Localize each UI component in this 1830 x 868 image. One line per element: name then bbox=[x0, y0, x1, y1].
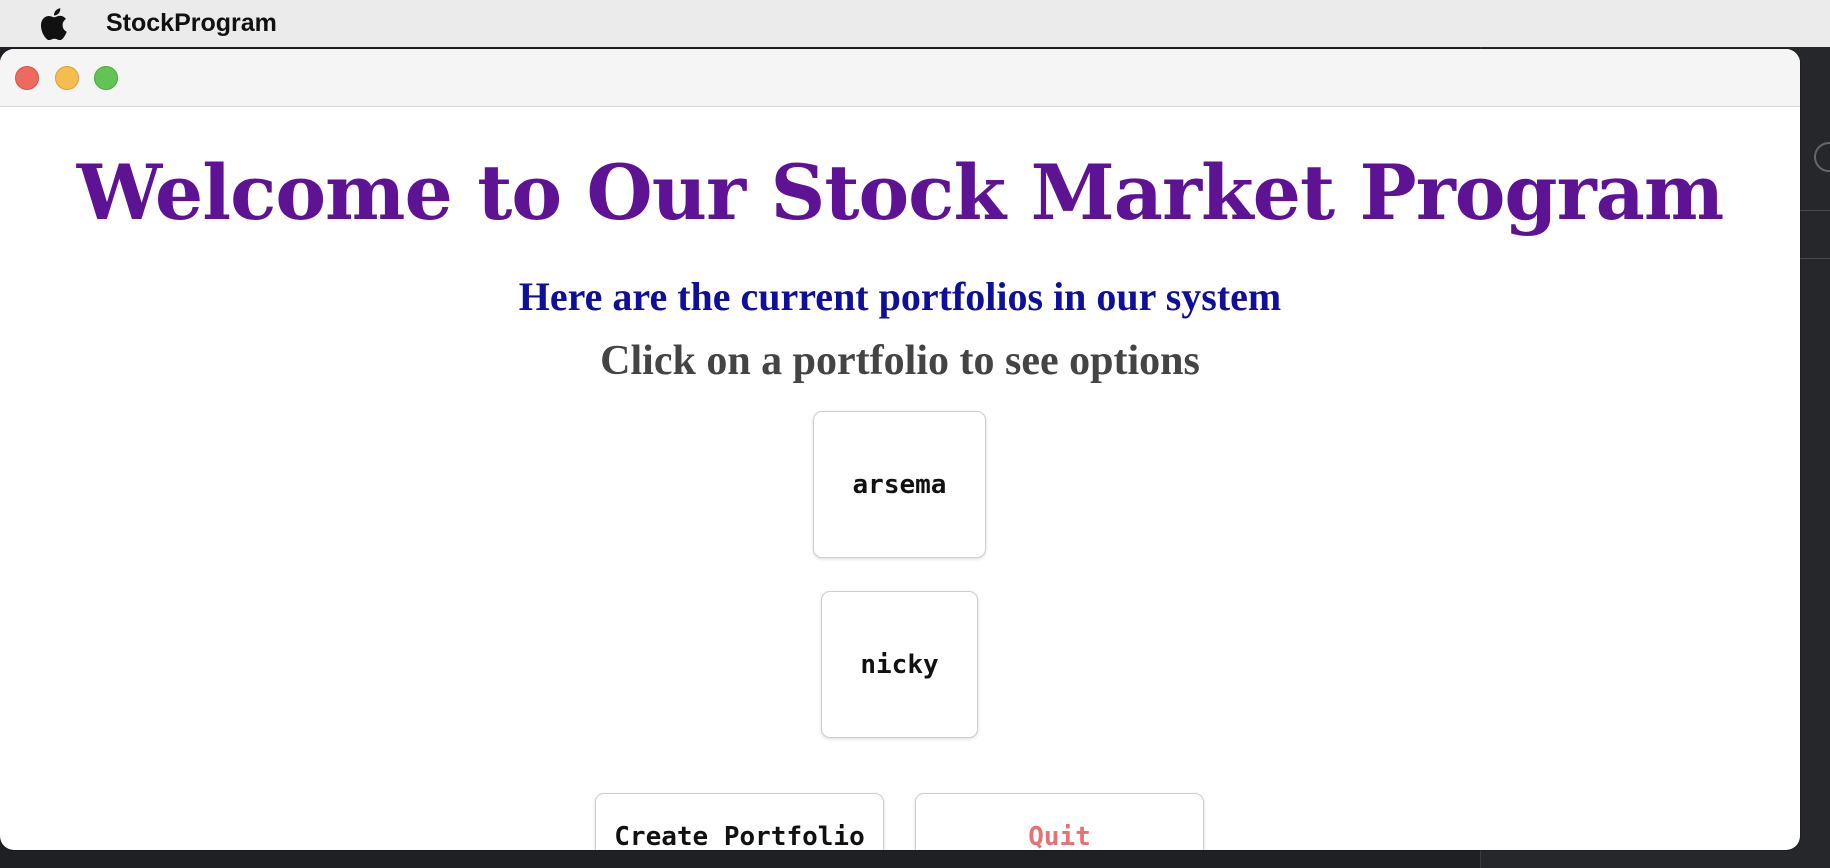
portfolio-button-arsema[interactable]: arsema bbox=[813, 411, 986, 558]
menubar: StockProgram bbox=[0, 0, 1830, 47]
close-button[interactable] bbox=[15, 66, 39, 90]
app-window: Welcome to Our Stock Market Program Here… bbox=[0, 49, 1800, 850]
zoom-button[interactable] bbox=[94, 66, 118, 90]
screen: StockProgram Welcome to Our Stock Market… bbox=[0, 0, 1830, 868]
apple-icon[interactable] bbox=[38, 7, 70, 40]
minimize-button[interactable] bbox=[55, 66, 79, 90]
portfolio-button-nicky[interactable]: nicky bbox=[821, 591, 978, 738]
window-titlebar[interactable] bbox=[0, 49, 1800, 107]
page-subtitle: Here are the current portfolios in our s… bbox=[518, 274, 1282, 319]
quit-button[interactable]: Quit bbox=[915, 793, 1204, 850]
page-title: Welcome to Our Stock Market Program bbox=[76, 148, 1725, 237]
create-portfolio-button[interactable]: Create Portfolio bbox=[595, 793, 884, 850]
instruction-text: Click on a portfolio to see options bbox=[600, 338, 1200, 384]
app-name-menu[interactable]: StockProgram bbox=[106, 9, 277, 38]
